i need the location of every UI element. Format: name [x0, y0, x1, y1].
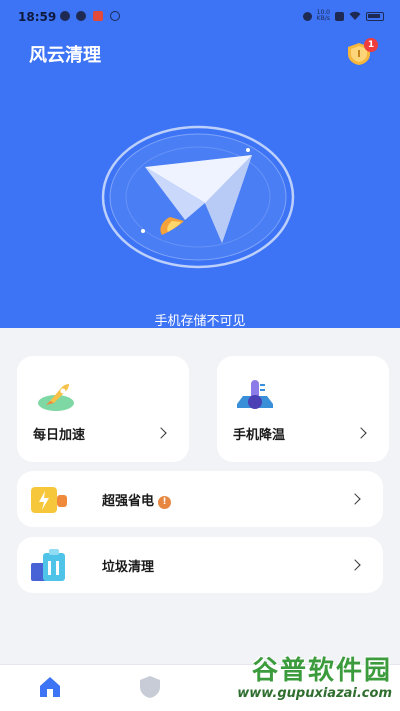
- shield-nav-icon[interactable]: [136, 673, 164, 701]
- chevron-right-icon: [355, 427, 367, 439]
- home-icon[interactable]: [36, 673, 64, 701]
- boost-orbit-graphic[interactable]: [100, 125, 300, 275]
- storage-status-text: 手机存储不可见: [154, 314, 246, 329]
- chevron-right-icon: [155, 427, 167, 439]
- junk-clean-label: 垃圾清理: [102, 560, 155, 575]
- phone-cool-label: 手机降温: [233, 428, 286, 443]
- chevron-right-icon: [349, 493, 361, 505]
- chat-icon: [76, 11, 86, 21]
- hero-panel: 18:59 10.0 KB/s 风云清理 1 手机存储不可见: [0, 0, 400, 329]
- power-save-card[interactable]: 超强省电!: [17, 471, 383, 527]
- daily-boost-card[interactable]: 每日加速: [17, 356, 189, 462]
- watermark: 谷普软件园 www.gupuxiazai.com: [196, 650, 396, 708]
- daily-boost-label: 每日加速: [33, 428, 86, 443]
- message-icon: [60, 11, 70, 21]
- status-bar: 18:59 10.0 KB/s: [0, 0, 400, 34]
- power-save-label-group: 超强省电!: [102, 490, 172, 509]
- silent-icon: [302, 11, 312, 21]
- junk-clean-card[interactable]: 垃圾清理: [17, 537, 383, 593]
- rocket-icon: [38, 384, 74, 411]
- chevron-right-icon: [349, 559, 361, 571]
- alert-icon: !: [158, 496, 172, 509]
- phone-cool-card[interactable]: 手机降温: [217, 356, 389, 462]
- status-right-group: 10.0 KB/s: [302, 9, 384, 23]
- power-save-label: 超强省电: [102, 494, 155, 509]
- battery-bolt-icon: [31, 487, 67, 513]
- trash-clean-icon: [31, 549, 65, 581]
- app-notification-icon: [93, 11, 103, 21]
- sim-icon: [335, 11, 344, 21]
- net-speed: 10.0 KB/s: [316, 9, 330, 22]
- sync-icon: [110, 11, 120, 21]
- status-time: 18:59: [18, 10, 57, 24]
- battery-icon: [366, 11, 384, 21]
- notification-badge: 1: [364, 38, 378, 52]
- wifi-icon: [349, 11, 361, 20]
- thermometer-icon: [237, 380, 273, 409]
- app-title: 风云清理: [29, 45, 101, 66]
- watermark-title: 谷普软件园: [251, 656, 392, 686]
- watermark-url: www.gupuxiazai.com: [237, 686, 392, 701]
